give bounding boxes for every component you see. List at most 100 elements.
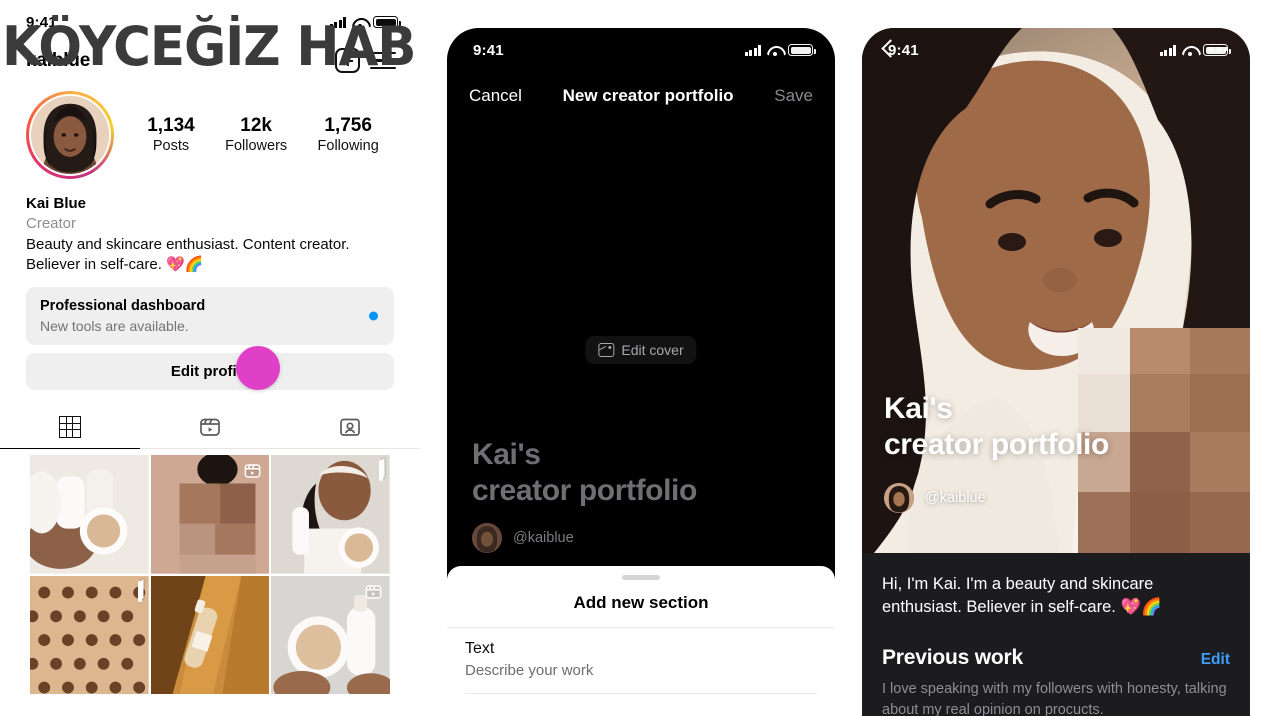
profile-tabs <box>0 406 420 450</box>
avatar <box>884 483 914 513</box>
title-line-2: creator portfolio <box>884 428 1109 461</box>
tab-reels[interactable] <box>140 406 280 448</box>
plus-square-icon[interactable] <box>335 48 360 73</box>
cancel-button[interactable]: Cancel <box>469 86 522 106</box>
add-section-sheet: Add new section Text Describe your work <box>447 566 835 716</box>
tagged-icon <box>340 418 360 436</box>
stat-value: 12k <box>240 114 272 136</box>
cellular-signal-icon <box>329 16 346 28</box>
profile-action-cards: Professional dashboard New tools are ava… <box>0 275 420 391</box>
hamburger-menu-icon[interactable] <box>370 51 396 70</box>
profile-username[interactable]: kaiblue <box>26 50 90 72</box>
grid-tile[interactable] <box>30 575 149 695</box>
screenshot-stage: 9:41 kaiblue 1,134 Posts 12k Followers 1… <box>0 0 1280 716</box>
chevron-left-icon[interactable] <box>881 39 900 58</box>
battery-icon <box>373 16 401 28</box>
avatar <box>472 523 502 553</box>
profile-stats: 1,134 Posts 12k Followers 1,756 Followin… <box>120 114 394 157</box>
edit-section-button[interactable]: Edit <box>1201 651 1230 669</box>
editor-status-bar: 9:41 <box>447 28 835 72</box>
editor-portfolio-title[interactable]: Kai's creator portfolio <box>472 437 697 509</box>
save-button[interactable]: Save <box>774 86 813 106</box>
preview-cover-photo: 9:41 Kai's creator portfolio @kaiblue <box>862 28 1250 553</box>
avatar-portrait-icon <box>472 523 502 553</box>
status-indicators <box>329 16 401 28</box>
tile-badge <box>137 580 142 602</box>
sheet-option-text[interactable]: Text Describe your work <box>447 628 835 693</box>
avatar-portrait-icon <box>884 483 914 513</box>
stat-posts[interactable]: 1,134 Posts <box>147 114 195 157</box>
edit-profile-button[interactable]: Edit profile <box>26 353 394 391</box>
portfolio-editor-panel: 9:41 Cancel New creator portfolio Save E… <box>447 28 835 716</box>
avatar[interactable] <box>26 91 114 179</box>
tile-badge <box>378 460 383 482</box>
preview-handle-row: @kaiblue <box>884 483 986 513</box>
grid-tile[interactable] <box>30 455 149 574</box>
tab-tagged[interactable] <box>280 406 420 448</box>
preview-portfolio-title: Kai's creator portfolio <box>884 391 1109 463</box>
status-time: 9:41 <box>473 41 504 59</box>
preview-nav-bar <box>862 39 1250 58</box>
sheet-grabber[interactable] <box>622 575 660 580</box>
section-body-text: I love speaking with my followers with h… <box>882 680 1227 716</box>
editor-nav-bar: Cancel New creator portfolio Save <box>447 72 835 106</box>
cellular-signal-icon <box>744 44 761 56</box>
battery-icon <box>788 44 816 56</box>
profile-status-bar: 9:41 <box>0 0 420 44</box>
image-icon <box>598 343 615 357</box>
section-heading: Previous work <box>882 645 1023 669</box>
reels-icon <box>244 464 261 478</box>
stat-following[interactable]: 1,756 Following <box>318 114 379 157</box>
stat-label: Followers <box>225 138 288 155</box>
editor-cover-area: Edit cover Kai's creator portfolio @kaib… <box>447 106 835 591</box>
preview-section-header: Previous work Edit <box>882 646 1230 670</box>
sheet-row-divider <box>465 693 817 695</box>
title-line-1: Kai's <box>884 392 953 425</box>
tile-image <box>30 575 149 695</box>
editor-handle-row: @kaiblue <box>472 523 574 553</box>
tile-badge <box>364 583 383 606</box>
dashboard-title: Professional dashboard <box>40 298 206 315</box>
editor-title: New creator portfolio <box>562 86 734 105</box>
bio-text: Beauty and skincare enthusiast. Content … <box>26 236 350 274</box>
sheet-title: Add new section <box>573 593 709 612</box>
tile-image <box>150 575 270 695</box>
avatar-portrait-icon <box>31 96 109 174</box>
tile-image <box>30 455 149 574</box>
grid-tile[interactable] <box>271 455 390 574</box>
stat-label: Following <box>317 138 379 155</box>
grid-icon <box>59 416 81 439</box>
carousel-icon <box>378 460 383 482</box>
stat-value: 1,134 <box>147 114 195 136</box>
tile-image <box>271 455 390 574</box>
profile-post-grid <box>0 455 420 695</box>
grid-tile[interactable] <box>150 575 270 695</box>
avatar-image <box>29 94 111 176</box>
reels-icon <box>365 584 382 599</box>
tab-grid[interactable] <box>0 406 140 450</box>
profile-bio: Kai Blue Creator Beauty and skincare ent… <box>0 179 420 275</box>
portfolio-preview-panel: 9:41 Kai's creator portfolio @kaiblue Hi… <box>862 28 1250 716</box>
professional-dashboard-card[interactable]: Professional dashboard New tools are ava… <box>26 287 394 346</box>
preview-handle: @kaiblue <box>925 490 986 506</box>
reels-icon <box>200 418 220 436</box>
preview-bio-text: Hi, I'm Kai. I'm a beauty and skincare e… <box>882 575 1162 617</box>
dashboard-subtitle: New tools are available. <box>40 318 189 335</box>
stat-label: Posts <box>152 138 190 155</box>
more-options-icon[interactable] <box>1209 46 1228 51</box>
dashboard-text-wrap: Professional dashboard New tools are ava… <box>40 296 205 336</box>
stat-followers[interactable]: 12k Followers <box>225 114 287 157</box>
status-time: 9:41 <box>26 13 57 31</box>
grid-tile[interactable] <box>150 455 270 574</box>
preview-content-body: Hi, I'm Kai. I'm a beauty and skincare e… <box>862 553 1250 716</box>
stat-value: 1,756 <box>324 114 372 136</box>
wifi-icon <box>352 17 367 28</box>
notification-dot-icon <box>369 311 378 321</box>
grid-tile[interactable] <box>271 575 390 695</box>
editor-handle: @kaiblue <box>513 530 574 546</box>
bio-category: Creator <box>26 215 77 232</box>
click-indicator <box>236 346 280 390</box>
bio-display-name: Kai Blue <box>26 195 87 212</box>
edit-cover-button[interactable]: Edit cover <box>585 336 697 364</box>
profile-header-bar: kaiblue <box>0 44 420 83</box>
